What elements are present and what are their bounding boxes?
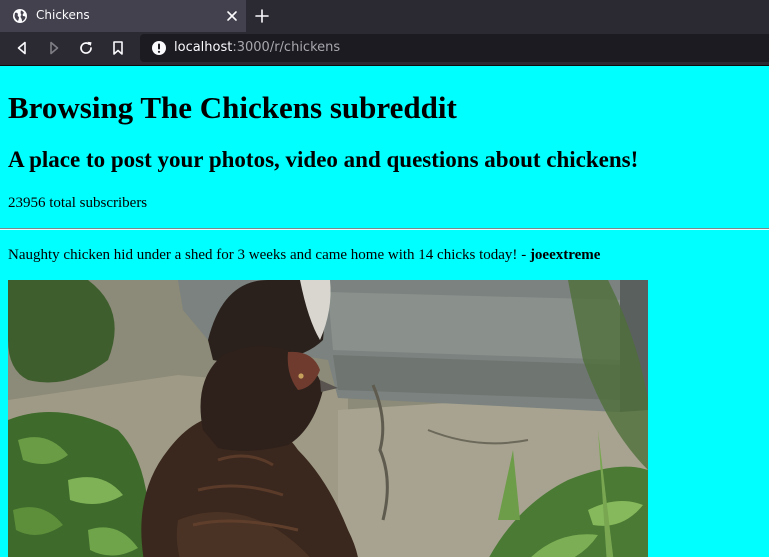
chicken-photo (8, 280, 648, 557)
reload-icon[interactable] (78, 40, 94, 56)
forward-icon[interactable] (46, 40, 62, 56)
url-host: localhost (174, 40, 233, 55)
tab-strip: Chickens (0, 0, 769, 32)
subscriber-count: 23956 total subscribers (8, 195, 148, 211)
tab-title: Chickens (36, 8, 90, 22)
page-content: Browsing The Chickens subreddit A place … (0, 66, 769, 557)
navigation-toolbar: localhost:3000/r/chickens (0, 32, 769, 65)
close-icon[interactable] (224, 8, 240, 24)
url-text[interactable]: localhost:3000/r/chickens (174, 40, 340, 56)
globe-icon (13, 9, 27, 23)
horizontal-rule (0, 228, 769, 230)
back-icon[interactable] (14, 40, 30, 56)
bookmark-icon[interactable] (110, 40, 126, 56)
post-title-line: Naughty chicken hid under a shed for 3 w… (8, 246, 600, 264)
url-path: :3000/r/chickens (232, 40, 341, 55)
post-author: joeextreme (529, 247, 601, 263)
page-title: Browsing The Chickens subreddit (8, 90, 457, 125)
tab-chickens[interactable]: Chickens (0, 0, 246, 32)
post-separator: - (517, 247, 530, 263)
post-image (8, 280, 648, 557)
page-subtitle: A place to post your photos, video and q… (8, 147, 639, 172)
info-icon[interactable] (151, 40, 167, 56)
plus-icon[interactable] (254, 8, 270, 24)
url-bar[interactable]: localhost:3000/r/chickens (140, 34, 769, 62)
post-title: Naughty chicken hid under a shed for 3 w… (8, 247, 518, 263)
